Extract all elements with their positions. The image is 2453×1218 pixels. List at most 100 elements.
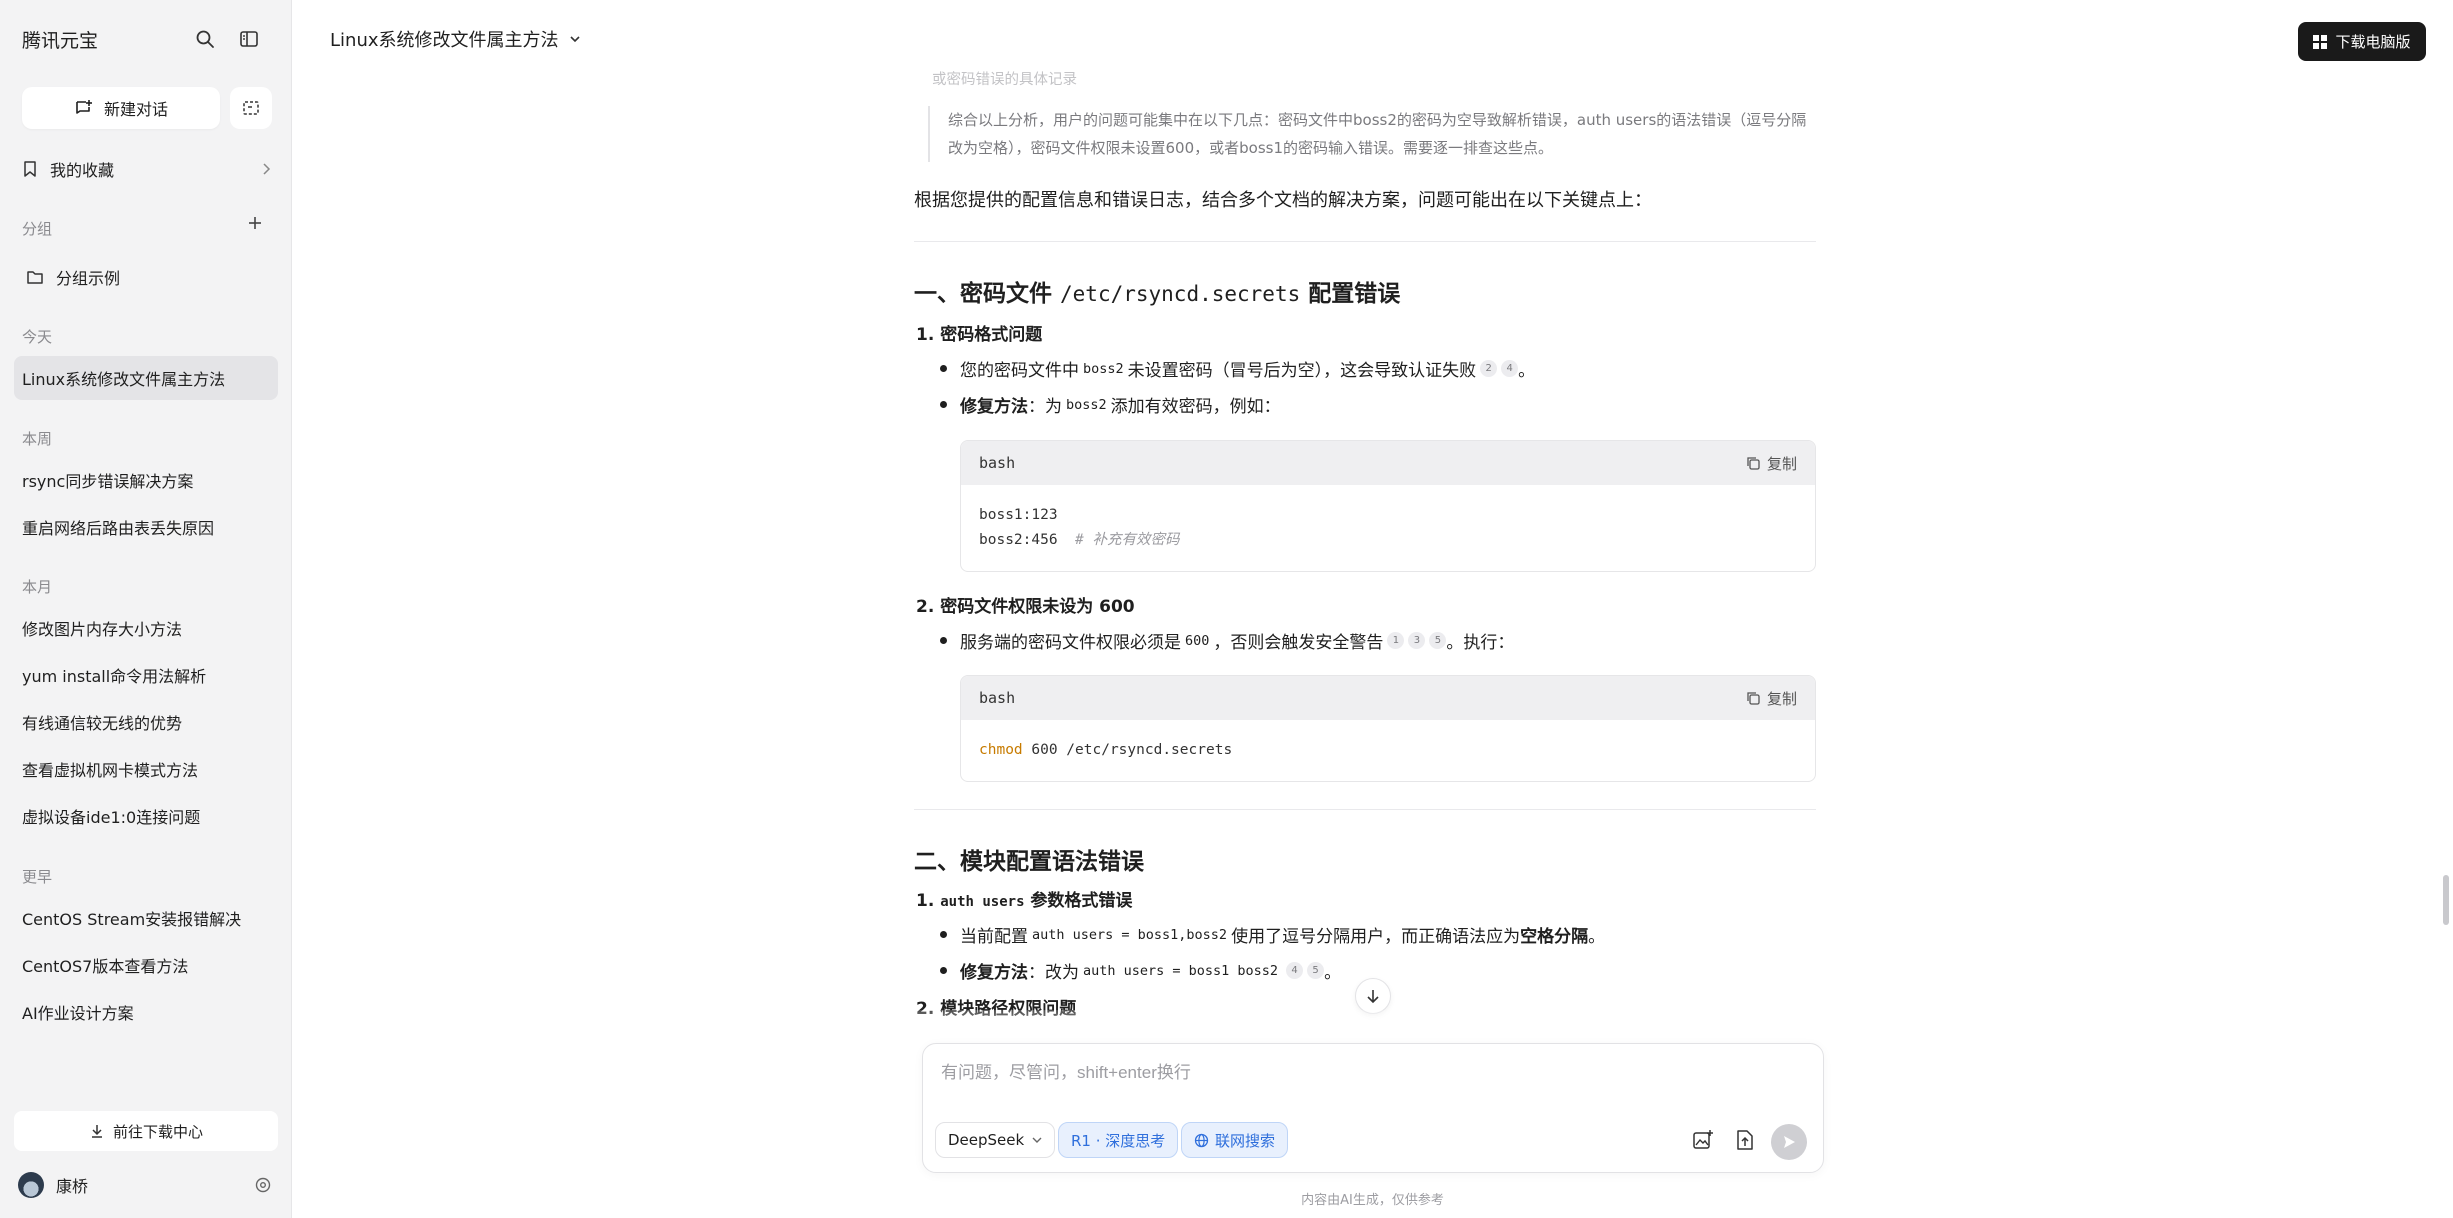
code-text: boss2:456 — [979, 532, 1058, 548]
citation-badge[interactable]: 1 — [1387, 632, 1405, 649]
citation-badge[interactable]: 5 — [1307, 962, 1325, 979]
message-input[interactable] — [941, 1058, 1801, 1088]
copy-icon — [1747, 456, 1760, 470]
divider — [914, 241, 1816, 242]
model-select[interactable]: DeepSeek — [935, 1122, 1056, 1158]
inline-code: boss2 — [1083, 360, 1124, 377]
send-button[interactable] — [1771, 1124, 1807, 1160]
thinking-quote: 综合以上分析，用户的问题可能集中在以下几点：密码文件中boss2的密码为空导致解… — [928, 106, 1816, 162]
search-icon[interactable] — [190, 24, 220, 54]
list-item: 当前配置 auth users = boss1,boss2 使用了逗号分隔用户，… — [939, 922, 1606, 947]
list-item: 您的密码文件中 boss2 未设置密码（冒号后为空），这会导致认证失败 2 4 … — [939, 356, 1535, 381]
bullet-bold: 空格分隔 — [1520, 927, 1589, 947]
heading-code: /etc/rsyncd.secrets — [1060, 282, 1301, 306]
groups-header: 分组 — [22, 220, 53, 238]
conversation-title-text: Linux系统修改文件属主方法 — [330, 30, 559, 51]
answer-intro: 根据您提供的配置信息和错误日志，结合多个文档的解决方案，问题可能出在以下关键点上… — [914, 190, 1652, 211]
subheading: 2. 密码文件权限未设为 600 — [916, 597, 1135, 617]
add-image-icon[interactable] — [1687, 1124, 1719, 1156]
history-item[interactable]: 有线通信较无线的优势 — [14, 700, 278, 744]
history-item[interactable]: Linux系统修改文件属主方法 — [14, 356, 278, 400]
heading-text: 配置错误 — [1300, 281, 1401, 307]
chevron-down-icon — [569, 36, 580, 43]
scrollbar-thumb[interactable] — [2443, 875, 2449, 925]
web-search-label: 联网搜索 — [1215, 1131, 1276, 1150]
new-chat-icon — [76, 100, 92, 114]
download-desktop-label: 下载电脑版 — [2335, 33, 2411, 51]
group-example-item[interactable]: 分组示例 — [26, 265, 276, 289]
code-keyword: chmod — [979, 742, 1023, 758]
group-example-label: 分组示例 — [56, 269, 121, 288]
history-item[interactable]: yum install命令用法解析 — [14, 653, 278, 697]
bullet-text: ：改为 — [1028, 963, 1079, 983]
citation-badge[interactable]: 4 — [1501, 360, 1519, 377]
heading-code: auth users — [940, 894, 1025, 910]
section-heading-1: 一、密码文件 /etc/rsyncd.secrets 配置错误 — [914, 274, 1400, 308]
history-item[interactable]: AI作业设计方案 — [14, 990, 278, 1034]
add-group-icon[interactable] — [246, 214, 264, 236]
code-lang: bash — [979, 689, 1016, 707]
download-desktop-button[interactable]: 下载电脑版 — [2298, 22, 2426, 61]
download-center-button[interactable]: 前往下载中心 — [14, 1111, 278, 1151]
code-lang: bash — [979, 454, 1016, 472]
chevron-right-icon — [263, 163, 271, 175]
select-area-button[interactable] — [230, 87, 272, 129]
citation-badge[interactable]: 4 — [1286, 962, 1304, 979]
list-item: 服务端的密码文件权限必须是 600 ，否则会触发安全警告 1 3 5 。执行： — [939, 628, 1514, 653]
web-search-toggle[interactable]: 联网搜索 — [1181, 1122, 1289, 1158]
upload-file-icon[interactable] — [1729, 1124, 1761, 1156]
history-item[interactable]: CentOS7版本查看方法 — [14, 943, 278, 987]
citation-badge[interactable]: 5 — [1429, 632, 1447, 649]
copy-button[interactable]: 复制 — [1746, 688, 1797, 709]
code-content: chmod 600 /etc/rsyncd.secrets — [961, 720, 1815, 781]
faded-text: 或密码错误的具体记录 — [932, 72, 1077, 88]
history-item[interactable]: CentOS Stream安装报错解决 — [14, 896, 278, 940]
heading-text: 参数格式错误 — [1024, 891, 1133, 911]
list-item: 修复方法 ：改为 auth users = boss1 boss2 4 5 。 — [939, 958, 1341, 983]
bullet-text: 当前配置 — [960, 927, 1028, 947]
download-center-label: 前往下载中心 — [112, 1122, 203, 1141]
section-this-week: 本周 — [22, 430, 53, 448]
code-text: 600 /etc/rsyncd.secrets — [1022, 742, 1233, 758]
copy-button[interactable]: 复制 — [1746, 453, 1797, 474]
code-block-header: bash 复制 — [961, 441, 1815, 485]
collapse-sidebar-icon[interactable] — [234, 24, 264, 54]
bullet-text: 未设置密码（冒号后为空），这会导致认证失败 — [1127, 361, 1477, 381]
subheading: 1. 密码格式问题 — [916, 325, 1043, 345]
history-item[interactable]: rsync同步错误解决方案 — [14, 458, 278, 502]
copy-icon — [1747, 691, 1760, 705]
bullet-text: 服务端的密码文件权限必须是 — [960, 633, 1181, 653]
section-this-month: 本月 — [22, 578, 53, 596]
folder-icon — [27, 271, 43, 284]
section-today: 今天 — [22, 328, 53, 346]
inline-code: 600 — [1185, 632, 1210, 649]
history-item[interactable]: 重启网络后路由表丢失原因 — [14, 505, 278, 549]
code-block: bash 复制 chmod 600 /etc/rsyncd.secrets — [960, 675, 1816, 782]
section-earlier: 更早 — [22, 868, 53, 886]
bullet-text: 。 — [1588, 927, 1606, 947]
deep-think-toggle[interactable]: R1 · 深度思考 — [1058, 1122, 1179, 1158]
list-item: 修复方法 ：为 boss2 添加有效密码，例如： — [940, 392, 1281, 417]
copy-label: 复制 — [1766, 690, 1797, 708]
history-item[interactable]: 修改图片内存大小方法 — [14, 606, 278, 650]
history-item[interactable]: 查看虚拟机网卡模式方法 — [14, 747, 278, 791]
bullet-bold: 修复方法 — [960, 963, 1028, 983]
code-line: boss1:123 — [979, 507, 1058, 523]
code-content: boss1:123 boss2:456 # 补充有效密码 — [961, 485, 1815, 571]
bullet-text: ：为 — [1028, 397, 1062, 417]
sidebar: 腾讯元宝 新建对话 我的收藏 分组 分组示例 今天 Linux系统修改文件属主方… — [0, 0, 292, 1218]
heading-text: 一、密码文件 — [914, 281, 1061, 307]
code-comment: # 补充有效密码 — [1075, 532, 1180, 548]
code-block: bash 复制 boss1:123 boss2:456 # 补充有效密码 — [960, 440, 1816, 572]
bullet-bold: 修复方法 — [960, 397, 1028, 417]
favorites-label: 我的收藏 — [50, 161, 115, 180]
copy-label: 复制 — [1766, 455, 1797, 473]
divider — [914, 809, 1816, 810]
new-chat-button[interactable]: 新建对话 — [22, 87, 220, 129]
favorites-row[interactable]: 我的收藏 — [22, 157, 272, 181]
history-item[interactable]: 虚拟设备ide1:0连接问题 — [14, 794, 278, 838]
citation-badge[interactable]: 3 — [1408, 632, 1426, 649]
citation-badge[interactable]: 2 — [1480, 360, 1498, 377]
scroll-to-bottom-button[interactable] — [1355, 978, 1391, 1014]
conversation-title[interactable]: Linux系统修改文件属主方法 — [330, 26, 581, 52]
